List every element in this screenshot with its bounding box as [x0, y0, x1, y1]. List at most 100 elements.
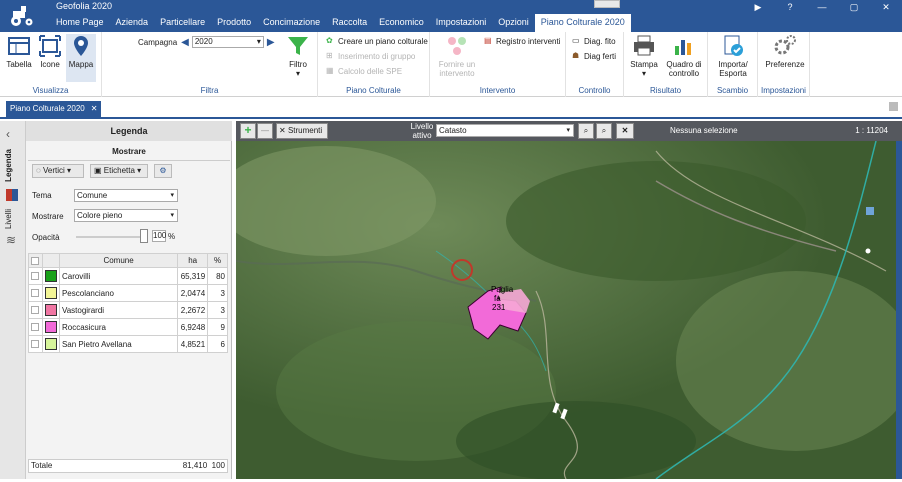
molecule-icon [448, 37, 466, 55]
table-row[interactable]: Vastogirardi 2,2672 3 [28, 301, 228, 319]
row-pct: 80 [207, 267, 228, 285]
satellite-map[interactable]: Paglia fa 231 [236, 141, 896, 479]
calcolo-spe-button[interactable]: ▦ Calcolo delle SPE [326, 66, 402, 76]
menu-particellare[interactable]: Particellare [154, 14, 211, 32]
totals-row: Totale 81,410 100 [28, 459, 228, 473]
diag-ferti-button[interactable]: ☗ Diag ferti [572, 51, 616, 61]
row-checkbox[interactable] [31, 306, 39, 315]
diag-fito-button[interactable]: ▭ Diag. fito [572, 36, 616, 46]
group-label-risultato: Risultato [649, 86, 682, 95]
menu-economico[interactable]: Economico [373, 14, 430, 32]
table-row[interactable]: Roccasicura 6,9248 9 [28, 318, 228, 336]
group-label-visualizza: Visualizza [32, 86, 69, 95]
row-name: Vastogirardi [58, 301, 179, 319]
group-label-piano: Piano Colturale [346, 86, 401, 95]
close-tab-icon[interactable]: ✕ [91, 101, 98, 117]
group-visualizza: Tabella Icone Mappa Visualizza [0, 32, 102, 97]
zoom-search-icon[interactable]: ⌕ [578, 123, 594, 139]
palette-icon[interactable] [6, 189, 18, 201]
help-button[interactable]: ? [774, 0, 806, 14]
menu-raccolta[interactable]: Raccolta [326, 14, 373, 32]
mostrare-select[interactable]: Colore pieno [74, 209, 178, 222]
col-ha[interactable]: ha [177, 253, 209, 268]
menu-piano-colturale[interactable]: Piano Colturale 2020 [534, 14, 631, 32]
layers-icon[interactable]: ≋ [6, 233, 16, 247]
icone-button[interactable]: Icone [36, 34, 64, 69]
leaf-icon: ✿ [326, 36, 333, 45]
tema-select[interactable]: Comune [74, 189, 178, 202]
row-checkbox[interactable] [31, 323, 39, 332]
table-row[interactable]: San Pietro Avellana 4,8521 6 [28, 335, 228, 353]
panel-icon[interactable] [889, 102, 898, 111]
crea-piano-button[interactable]: ✿ Creare un piano colturale [326, 36, 428, 46]
row-checkbox[interactable] [31, 289, 39, 298]
legend-table: Comune ha % Carovilli 65,319 80 Pescolan… [28, 253, 228, 353]
quadro-controllo-button[interactable]: Quadro di controllo [664, 34, 704, 78]
printer-icon [634, 35, 654, 56]
campagna-select[interactable]: 2020 ▾ [191, 36, 264, 48]
menu-home[interactable]: Home Page [50, 14, 110, 32]
preferenze-button[interactable]: Preferenze [762, 34, 808, 69]
opacity-slider-track[interactable] [76, 236, 146, 238]
menu-opzioni[interactable]: Opzioni [492, 14, 535, 32]
zoom-in-plus-icon[interactable]: + [240, 123, 256, 139]
col-pct[interactable]: % [207, 253, 228, 268]
vertici-dropdown[interactable]: ◌ Vertici ▾ [32, 164, 84, 178]
tab-livelli[interactable]: Livelli [4, 209, 13, 229]
play-button[interactable]: ▶ [742, 0, 774, 14]
menu-prodotto[interactable]: Prodotto [211, 14, 257, 32]
clear-selection-icon[interactable]: ✕ [616, 123, 634, 139]
opacity-slider-thumb[interactable] [140, 229, 148, 243]
app-logo[interactable] [0, 0, 44, 32]
mappa-button[interactable]: Mappa [66, 34, 96, 82]
maximize-button[interactable]: ▢ [838, 0, 870, 14]
bar-chart-icon [675, 40, 691, 55]
registro-interventi-button[interactable]: ▤ Registro interventi [484, 36, 560, 46]
strumenti-button[interactable]: ✕ Strumenti [276, 123, 328, 139]
prev-year-arrow-icon[interactable]: ◀ [181, 37, 189, 48]
stampa-button[interactable]: Stampa ▾ [628, 34, 660, 78]
fornire-intervento-button[interactable]: Fornire un intervento [434, 34, 480, 78]
map-side-bar [896, 141, 902, 479]
collapse-chevron-icon[interactable]: ‹ [6, 127, 10, 141]
row-checkbox[interactable] [31, 272, 39, 281]
main-menu: Home Page Azienda Particellare Prodotto … [50, 14, 631, 32]
color-swatch [44, 321, 57, 333]
color-swatch [44, 338, 57, 350]
next-year-arrow-icon[interactable]: ▶ [267, 37, 275, 48]
tab-legenda[interactable]: Legenda [4, 149, 13, 182]
livello-select[interactable]: Catasto [436, 124, 574, 137]
zoom-out-minus-icon[interactable]: — [257, 123, 273, 139]
menu-azienda[interactable]: Azienda [110, 14, 155, 32]
doc-tab-piano[interactable]: Piano Colturale 2020 ✕ [6, 101, 102, 117]
menu-impostazioni[interactable]: Impostazioni [430, 14, 493, 32]
table-row[interactable]: Carovilli 65,319 80 [28, 267, 228, 285]
row-pct: 9 [207, 318, 228, 336]
opacity-value[interactable]: 100 [152, 230, 166, 242]
search-icon[interactable]: ⌕ [596, 123, 612, 139]
importa-esporta-button[interactable]: Importa/ Esporta [712, 34, 754, 78]
group-piano-colturale: ✿ Creare un piano colturale ⊞ Inserimento … [318, 32, 430, 97]
map-nav-icon[interactable] [866, 207, 874, 215]
row-ha: 4,8521 [177, 335, 209, 353]
etichetta-dropdown[interactable]: ▣ Etichetta ▾ [90, 164, 148, 178]
quick-access-dropdown[interactable] [594, 0, 620, 8]
select-all-checkbox[interactable] [31, 256, 40, 265]
col-comune[interactable]: Comune [58, 253, 179, 268]
color-swatch [44, 304, 57, 316]
menu-concimazione[interactable]: Concimazione [257, 14, 326, 32]
inserimento-gruppo-button[interactable]: ⊞ Inserimento di gruppo [326, 51, 415, 61]
settings-gear-icon[interactable]: ⚙ [154, 164, 172, 178]
map-point-icon [865, 248, 871, 254]
close-button[interactable]: ✕ [870, 0, 902, 14]
opacity-unit: % [168, 232, 176, 241]
register-icon: ▤ [484, 36, 492, 45]
tabella-button[interactable]: Tabella [4, 34, 34, 69]
group-label-controllo: Controllo [578, 86, 611, 95]
filtro-button[interactable]: Filtro ▾ [284, 34, 312, 78]
row-checkbox[interactable] [31, 340, 39, 349]
minimize-button[interactable]: — [806, 0, 838, 14]
group-filtra: Campagna ◀ 2020 ▾ ▶ Filtro ▾ Filtra [102, 32, 318, 97]
map-canvas[interactable]: Paglia fa 231 [236, 141, 896, 479]
table-row[interactable]: Pescolanciano 2,0474 3 [28, 284, 228, 302]
